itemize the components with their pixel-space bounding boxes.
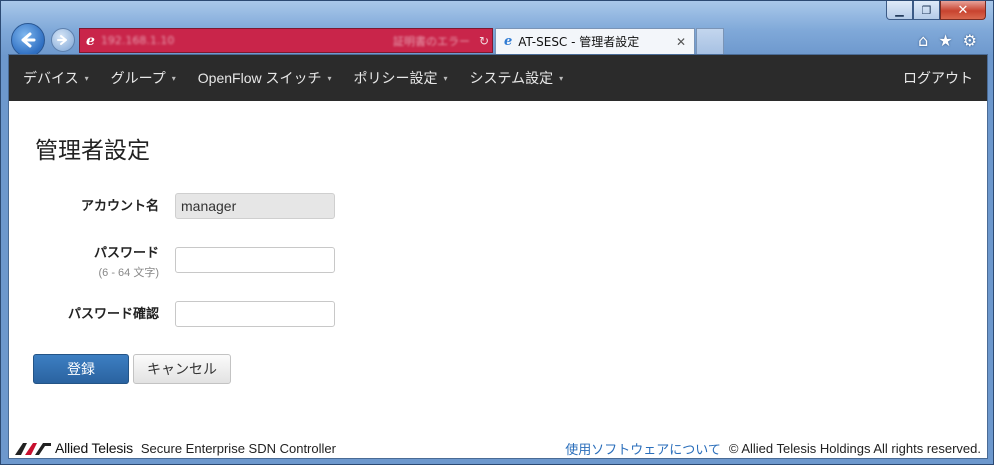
address-bar[interactable]: e 192.168.1.10 証明書のエラー ↻ xyxy=(79,28,493,53)
account-label: アカウント名 xyxy=(80,198,159,213)
copyright: © Allied Telesis Holdings All rights res… xyxy=(728,440,981,456)
allied-telesis-logo-mark xyxy=(15,443,51,455)
product-name: Secure Enterprise SDN Controller xyxy=(140,440,336,456)
allied-telesis-logo: Allied Telesis xyxy=(15,440,133,456)
account-name-field xyxy=(175,193,335,219)
minimize-button[interactable]: ▁ xyxy=(886,1,913,20)
password-field[interactable] xyxy=(175,247,335,273)
logo-text: Allied Telesis xyxy=(55,440,133,456)
about-software-link[interactable]: 使用ソフトウェアについて xyxy=(565,439,721,458)
home-icon[interactable]: ⌂ xyxy=(918,31,928,50)
address-url[interactable]: 192.168.1.10 xyxy=(101,34,387,47)
browser-tools: ⌂ ★ ⚙ xyxy=(918,31,977,50)
back-button[interactable] xyxy=(11,23,45,57)
chevron-down-icon: ▾ xyxy=(559,73,564,83)
nav-item-devices[interactable]: デバイス ▾ xyxy=(23,68,89,88)
favorites-star-icon[interactable]: ★ xyxy=(938,31,952,50)
chevron-down-icon: ▾ xyxy=(84,73,89,83)
nav-item-label: システム設定 xyxy=(469,70,554,86)
refresh-icon[interactable]: ↻ xyxy=(476,34,492,48)
maximize-button[interactable]: ❐ xyxy=(913,1,940,20)
close-window-button[interactable]: ✕ xyxy=(940,1,986,20)
page-title: 管理者設定 xyxy=(35,137,150,163)
password-confirm-field[interactable] xyxy=(175,301,335,327)
password-confirm-label: パスワード確認 xyxy=(67,306,159,321)
nav-item-system-settings[interactable]: システム設定 ▾ xyxy=(470,68,564,88)
footer: Allied Telesis Secure Enterprise SDN Con… xyxy=(9,437,987,459)
browser-tab[interactable]: e AT-SESC - 管理者設定 ✕ xyxy=(495,28,695,54)
nav-item-openflow-switch[interactable]: OpenFlow スイッチ ▾ xyxy=(198,68,332,88)
chevron-down-icon: ▾ xyxy=(171,73,176,83)
chevron-down-icon: ▾ xyxy=(327,73,332,83)
nav-item-groups[interactable]: グループ ▾ xyxy=(111,68,176,88)
gear-icon[interactable]: ⚙ xyxy=(963,31,977,50)
top-navbar: デバイス ▾ グループ ▾ OpenFlow スイッチ ▾ ポリシー設定 ▾ シ… xyxy=(9,55,987,101)
arrow-right-icon xyxy=(57,35,67,45)
ie-tab-icon: e xyxy=(504,34,513,49)
nav-item-policy-settings[interactable]: ポリシー設定 ▾ xyxy=(354,68,448,88)
password-label: パスワード xyxy=(93,245,159,260)
nav-item-label: デバイス xyxy=(23,70,79,86)
window-caption-buttons: ▁ ❐ ✕ xyxy=(886,1,986,21)
ie-icon: e xyxy=(86,32,95,49)
cancel-button[interactable]: キャンセル xyxy=(133,354,231,384)
page-content: デバイス ▾ グループ ▾ OpenFlow スイッチ ▾ ポリシー設定 ▾ シ… xyxy=(8,54,988,459)
password-label-group: パスワード (6 - 64 文字) xyxy=(94,242,159,280)
password-hint: (6 - 64 文字) xyxy=(98,267,159,279)
nav-item-label: OpenFlow スイッチ xyxy=(197,70,322,86)
nav-item-label: ポリシー設定 xyxy=(353,70,438,86)
chevron-down-icon: ▾ xyxy=(443,73,448,83)
forward-button[interactable] xyxy=(51,28,75,52)
new-tab-button[interactable] xyxy=(696,28,724,54)
logout-link[interactable]: ログアウト xyxy=(903,68,973,88)
certificate-error[interactable]: 証明書のエラー xyxy=(393,33,470,49)
arrow-left-icon xyxy=(21,32,36,48)
nav-item-label: グループ xyxy=(110,70,166,86)
tab-title: AT-SESC - 管理者設定 xyxy=(518,35,640,49)
close-tab-icon[interactable]: ✕ xyxy=(676,35,686,49)
browser-window: ▁ ❐ ✕ e 192.168.1.10 証明書のエラー ↻ e AT-SESC… xyxy=(0,0,994,465)
register-button[interactable]: 登録 xyxy=(33,354,129,384)
